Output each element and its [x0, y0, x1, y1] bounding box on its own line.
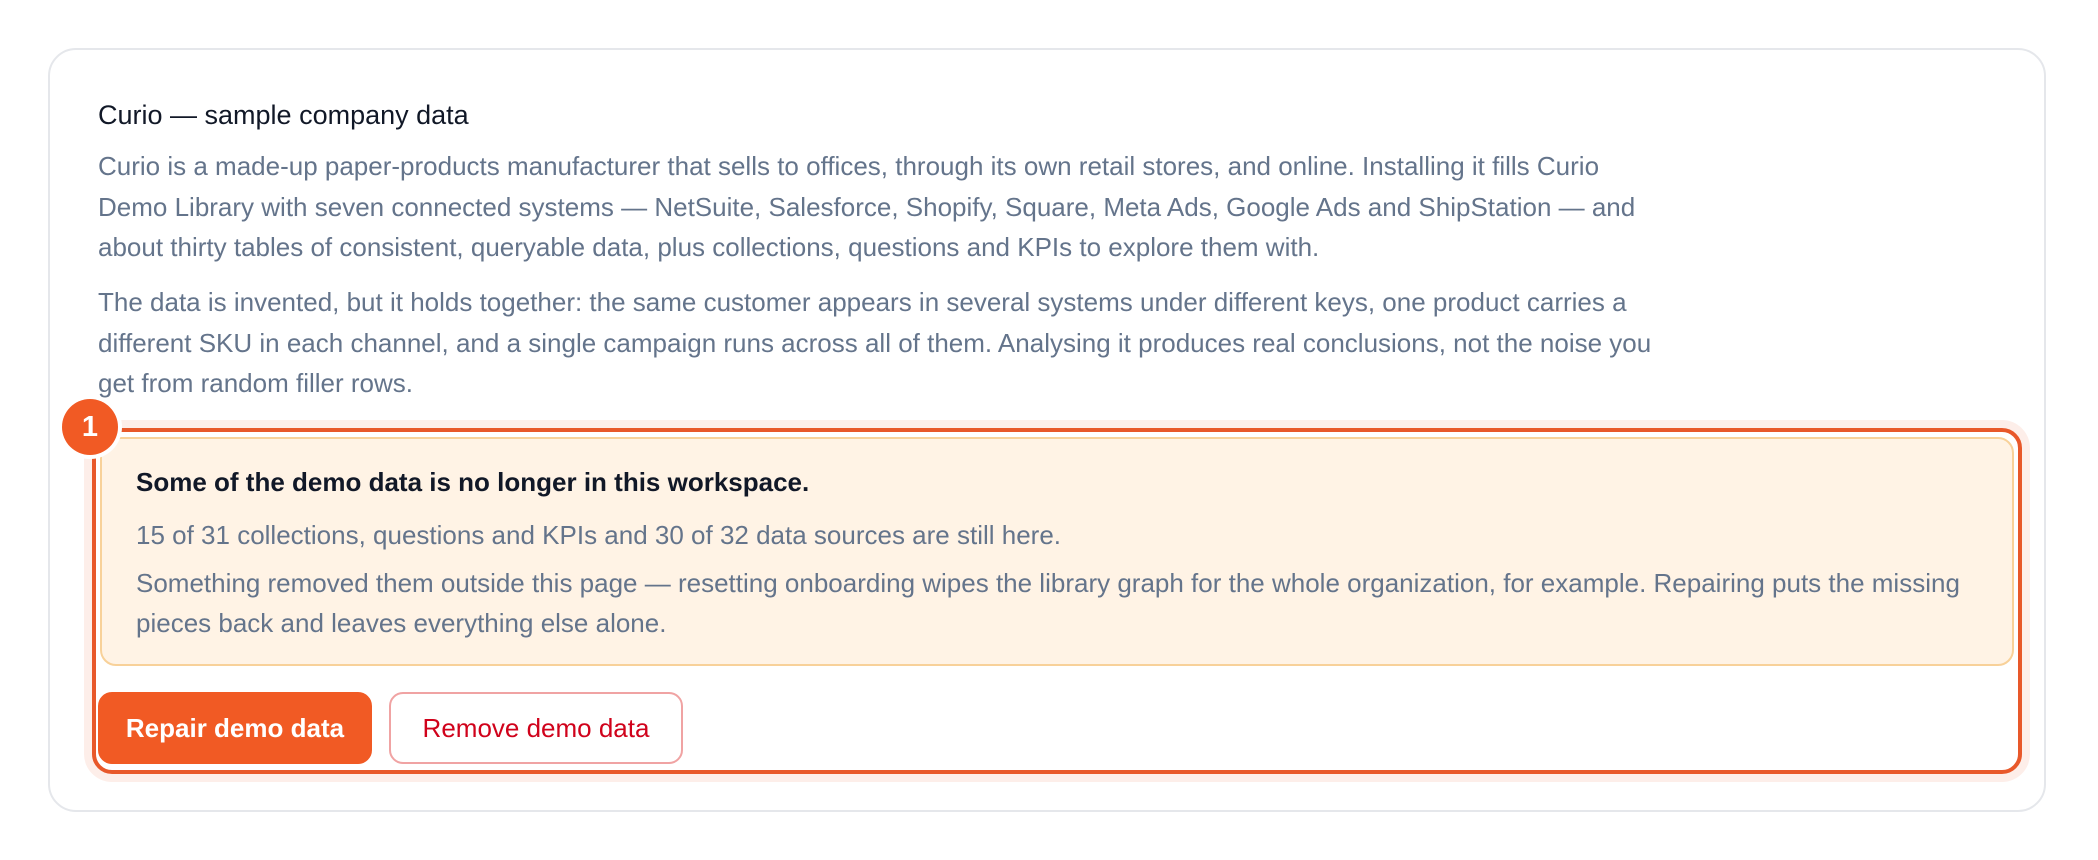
intro-paragraph-data-coherence: The data is invented, but it holds toget… [98, 287, 1652, 398]
remove-demo-data-button[interactable]: Remove demo data [389, 692, 683, 764]
notice-status: 15 of 31 collections, questions and KPIs… [136, 520, 1062, 550]
notice-title: Some of the demo data is no longer in th… [136, 467, 810, 497]
demo-data-card: Curio — sample company data Curio is a m… [48, 48, 2046, 812]
notice-explanation: Something removed them outside this page… [136, 568, 1960, 638]
repair-demo-data-button[interactable]: Repair demo data [98, 692, 372, 764]
card-title: Curio — sample company data [98, 100, 469, 130]
missing-data-notice: Some of the demo data is no longer in th… [100, 437, 2014, 666]
step-badge: 1 [62, 399, 118, 455]
intro-paragraph: Curio is a made-up paper-products manufa… [98, 151, 1636, 262]
